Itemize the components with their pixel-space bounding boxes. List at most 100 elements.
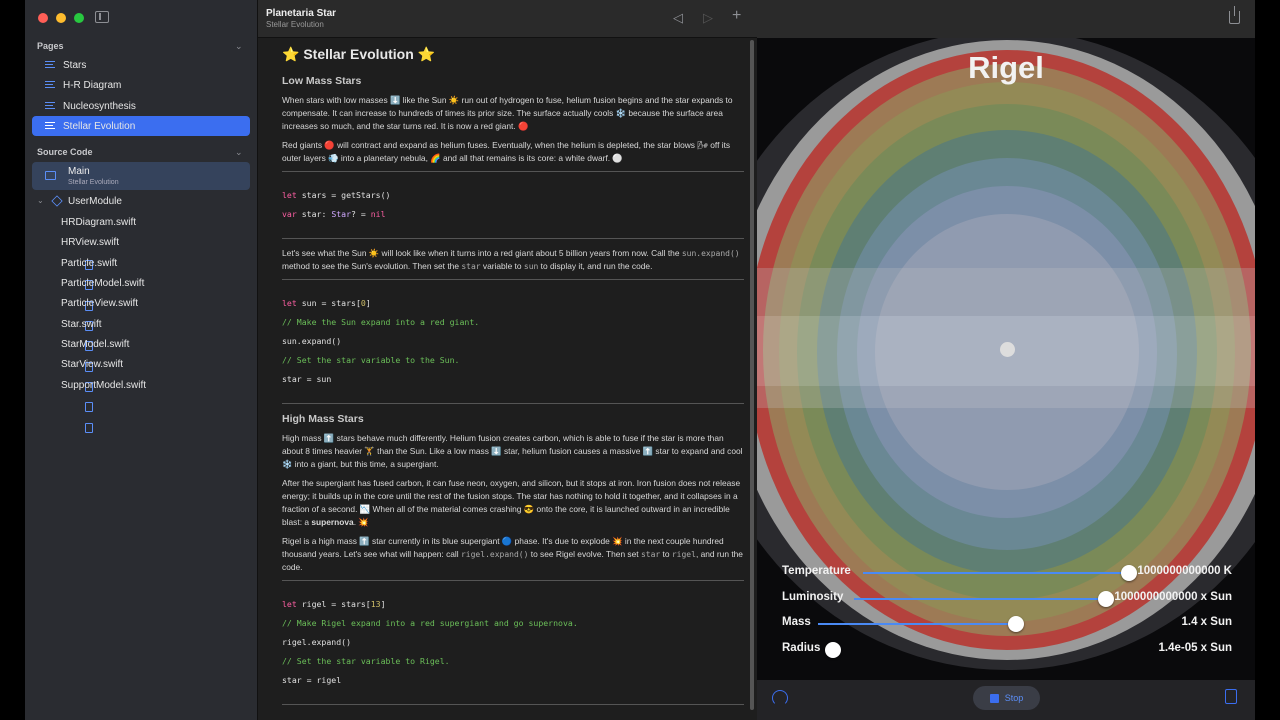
file-item[interactable]: ParticleModel.swift [61, 275, 144, 331]
text-run: to see Rigel evolve. Then set [528, 549, 641, 559]
divider [282, 238, 744, 239]
forward-icon[interactable]: ▷ [703, 10, 713, 26]
code-comment: // Set the star variable to Rigel. [282, 656, 450, 666]
file-item[interactable]: StarModel.swift [61, 336, 129, 392]
scrollbar[interactable] [750, 40, 754, 710]
slider-value: 1000000000000 x Sun [1114, 591, 1232, 603]
paragraph: After the supergiant has fused carbon, i… [282, 477, 744, 529]
bold-text: supernova [311, 517, 354, 527]
file-name: SupportModel.swift [61, 379, 147, 391]
app-title: Planetaria Star [266, 8, 337, 19]
slider-label: Radius [782, 642, 821, 654]
inline-code: rigel [671, 550, 696, 559]
code-line: rigel.expand() [282, 637, 352, 647]
zoom-window-button[interactable] [74, 13, 84, 23]
code-line: sun.expand() [282, 336, 342, 346]
back-icon[interactable]: ◁ [673, 10, 683, 26]
pages-section-header[interactable]: Pages [37, 41, 64, 51]
sidebar-item-usermodule[interactable]: ⌄ UserModule [25, 194, 258, 210]
sidebar-toggle-icon[interactable] [95, 11, 109, 23]
text-run: Let's see what the Sun ☀️ will look like… [282, 248, 682, 258]
book-icon [45, 171, 56, 180]
stop-label: Stop [1004, 693, 1024, 703]
module-label: UserModule [68, 196, 122, 207]
file-item[interactable]: HRView.swift [61, 234, 119, 290]
code-block[interactable]: let rigel = stars[13] // Make Rigel expa… [282, 581, 744, 698]
paragraph: High mass ⬆️ stars behave much different… [282, 433, 743, 469]
sidebar-item-label: Stars [63, 59, 87, 71]
inline-code: star [461, 262, 481, 271]
live-view: Rigel Temperature 1000000000000 K Lumino… [757, 0, 1255, 720]
file-name: ParticleView.swift [61, 297, 139, 309]
chevron-down-icon[interactable]: ⌄ [235, 147, 243, 158]
lines-icon [45, 122, 55, 130]
light-band [757, 386, 1255, 408]
document-icon [85, 423, 93, 433]
inline-code: sun.expand() [681, 249, 740, 258]
sidebar-item-stars[interactable]: Stars [32, 55, 250, 75]
code-keyword: let [282, 599, 297, 609]
paragraph: Red giants 🔴 will contract and expand as… [282, 140, 731, 163]
document-icon [85, 402, 93, 412]
divider [282, 704, 744, 705]
file-item[interactable]: HRDiagram.swift [61, 214, 136, 270]
slider-track[interactable] [863, 572, 1129, 574]
code-number: 13 [370, 599, 381, 609]
speedometer-icon[interactable] [772, 690, 788, 706]
sidebar-item-main[interactable]: Main Stellar Evolution [32, 162, 250, 190]
file-name: Star.swift [61, 318, 102, 330]
file-item[interactable]: Particle.swift [61, 255, 117, 311]
slider-track[interactable] [854, 598, 1106, 600]
chevron-down-icon[interactable]: ⌄ [235, 41, 243, 52]
paragraph: Let's see what the Sun ☀️ will look like… [282, 247, 744, 273]
sidebar-item-label: Nucleosynthesis [63, 100, 136, 112]
code-text: star: [296, 209, 332, 219]
lines-icon [45, 61, 55, 69]
cube-icon [51, 195, 63, 207]
stop-button[interactable]: Stop [973, 686, 1040, 710]
slider-knob[interactable] [1008, 616, 1024, 632]
text-run: . 💥 [353, 517, 369, 527]
code-text: sun = stars[ [296, 298, 361, 308]
radius-slider[interactable]: Radius 1.4e-05 x Sun [782, 640, 1232, 658]
sidebar-item-nucleosynthesis[interactable]: Nucleosynthesis [32, 96, 250, 116]
code-block[interactable]: let stars = getStars() var star: Star? =… [282, 172, 744, 232]
slider-knob[interactable] [825, 642, 841, 658]
code-line: star = rigel [282, 675, 342, 685]
code-literal: nil [370, 209, 386, 219]
app-window: Pages ⌄ Stars H-R Diagram Nucleosynthesi… [25, 0, 1255, 720]
chevron-down-icon[interactable]: ⌄ [37, 196, 44, 205]
code-text: rigel = stars[ [296, 599, 371, 609]
minimize-window-button[interactable] [56, 13, 66, 23]
share-icon[interactable] [1229, 6, 1240, 24]
slider-value: 1.4 x Sun [1181, 616, 1233, 628]
lines-icon [45, 102, 55, 110]
file-item[interactable]: Star.swift [61, 316, 102, 372]
lines-icon [45, 81, 55, 89]
file-item[interactable]: SupportModel.swift [61, 377, 147, 433]
slider-knob[interactable] [1121, 565, 1137, 581]
sidebar: Pages ⌄ Stars H-R Diagram Nucleosynthesi… [25, 0, 258, 720]
code-block[interactable]: let sun = stars[0] // Make the Sun expan… [282, 280, 744, 397]
add-icon[interactable]: + [732, 7, 741, 25]
code-keyword: let [282, 190, 297, 200]
luminosity-slider[interactable]: Luminosity 1000000000000 x Sun [782, 589, 1232, 607]
close-window-button[interactable] [38, 13, 48, 23]
book-icon[interactable] [1225, 689, 1237, 704]
temperature-slider[interactable]: Temperature 1000000000000 K [782, 563, 1232, 581]
source-code-section-header[interactable]: Source Code [37, 147, 93, 157]
star-visualization [757, 0, 1255, 720]
file-item[interactable]: StarView.swift [61, 356, 124, 412]
inline-code: rigel.expand() [460, 550, 529, 559]
page-title: ⭐ Stellar Evolution ⭐ [282, 46, 436, 62]
paragraph: Rigel is a high mass ⬆️ star currently i… [282, 535, 744, 574]
slider-knob[interactable] [1098, 591, 1114, 607]
light-band [757, 268, 1255, 316]
sidebar-item-hr-diagram[interactable]: H-R Diagram [32, 75, 250, 95]
file-item[interactable]: ParticleView.swift [61, 295, 139, 351]
text-run: to display it, and run the code. [538, 261, 653, 271]
sidebar-item-stellar-evolution[interactable]: Stellar Evolution [32, 116, 250, 136]
mass-slider[interactable]: Mass 1.4 x Sun [782, 614, 1232, 632]
slider-track[interactable] [818, 623, 1016, 625]
file-name: StarView.swift [61, 358, 124, 370]
